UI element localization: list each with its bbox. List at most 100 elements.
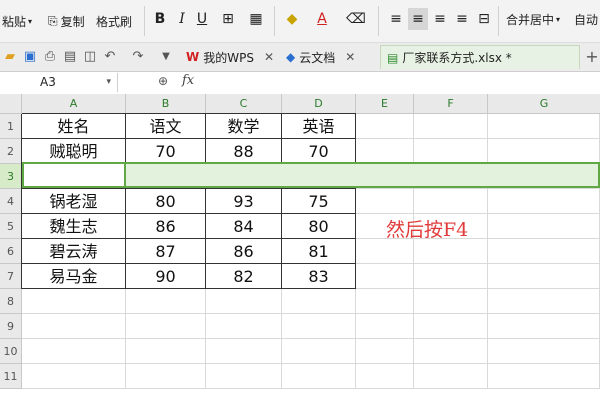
row-header-9[interactable]: 9 (0, 314, 22, 339)
cell-d9[interactable] (282, 314, 356, 339)
cell-b4[interactable]: 80 (126, 189, 206, 214)
column-header-f[interactable]: F (414, 94, 488, 114)
cell-e11[interactable] (356, 364, 414, 389)
row-header-11[interactable]: 11 (0, 364, 22, 389)
cell-c10[interactable] (206, 339, 282, 364)
clear-format-icon[interactable]: ⌫ (346, 8, 366, 30)
new-tab-icon[interactable]: + (584, 47, 600, 66)
cell-c4[interactable]: 93 (206, 189, 282, 214)
cell-g4[interactable] (488, 189, 600, 214)
row-header-10[interactable]: 10 (0, 339, 22, 364)
row-header-7[interactable]: 7 (0, 264, 22, 289)
cell-d2[interactable]: 70 (282, 139, 356, 164)
copy-button[interactable]: ⎘ 复制 (48, 6, 85, 36)
cell-c8[interactable] (206, 289, 282, 314)
active-cell-a3[interactable] (22, 162, 126, 188)
justify-icon[interactable]: ≡ (452, 8, 472, 30)
cell-c1[interactable]: 数学 (206, 114, 282, 139)
cell-g1[interactable] (488, 114, 600, 139)
tab-spreadsheet[interactable]: ▤ 厂家联系方式.xlsx * (380, 45, 580, 69)
column-header-g[interactable]: G (488, 94, 600, 114)
name-box[interactable]: A3 ▾ (0, 73, 118, 92)
cell-g10[interactable] (488, 339, 600, 364)
cell-e7[interactable] (356, 264, 414, 289)
cell-a7[interactable]: 易马金 (22, 264, 126, 289)
cell-c6[interactable]: 86 (206, 239, 282, 264)
redo-icon[interactable]: ↷ (130, 48, 146, 64)
cell-d4[interactable]: 75 (282, 189, 356, 214)
cell-b2[interactable]: 70 (126, 139, 206, 164)
cell-e4[interactable] (356, 189, 414, 214)
tab-cloud-docs[interactable]: ◆ 云文档 ✕ (280, 45, 361, 69)
row-header-5[interactable]: 5 (0, 214, 22, 239)
cell-b8[interactable] (126, 289, 206, 314)
cell-a9[interactable] (22, 314, 126, 339)
cell-f10[interactable] (414, 339, 488, 364)
export-pdf-icon[interactable]: ◫ (82, 48, 98, 64)
cell-d6[interactable]: 81 (282, 239, 356, 264)
merge-center-button[interactable]: 合并居中 ▾ (506, 8, 560, 30)
chevron-down-icon[interactable]: ▼ (158, 48, 174, 64)
cell-d1[interactable]: 英语 (282, 114, 356, 139)
cell-a5[interactable]: 魏生志 (22, 214, 126, 239)
cell-a10[interactable] (22, 339, 126, 364)
zoom-icon[interactable]: ⊕ (158, 74, 168, 88)
cell-g8[interactable] (488, 289, 600, 314)
column-header-c[interactable]: C (206, 94, 282, 114)
cell-f6[interactable] (414, 239, 488, 264)
cell-c5[interactable]: 84 (206, 214, 282, 239)
row-header-4[interactable]: 4 (0, 189, 22, 214)
align-center-icon[interactable]: ≡ (408, 8, 428, 30)
cell-b1[interactable]: 语文 (126, 114, 206, 139)
cell-f9[interactable] (414, 314, 488, 339)
bold-button[interactable]: B (150, 8, 170, 30)
cell-e10[interactable] (356, 339, 414, 364)
cell-f7[interactable] (414, 264, 488, 289)
cell-g2[interactable] (488, 139, 600, 164)
cell-c2[interactable]: 88 (206, 139, 282, 164)
print-preview-icon[interactable]: ▤ (62, 48, 78, 64)
format-painter-button[interactable]: 格式刷 (96, 6, 132, 36)
cell-a1[interactable]: 姓名 (22, 114, 126, 139)
cell-f11[interactable] (414, 364, 488, 389)
cell-c9[interactable] (206, 314, 282, 339)
tab-my-wps[interactable]: W 我的WPS ✕ (180, 45, 280, 69)
cell-d8[interactable] (282, 289, 356, 314)
align-right-icon[interactable]: ≡ (430, 8, 450, 30)
cell-b7[interactable]: 90 (126, 264, 206, 289)
select-all-corner[interactable] (0, 94, 22, 114)
cell-g11[interactable] (488, 364, 600, 389)
cell-b5[interactable]: 86 (126, 214, 206, 239)
print-icon[interactable]: ⎙ (42, 48, 58, 64)
borders-icon[interactable]: ⊞ (218, 8, 238, 30)
cell-d5[interactable]: 80 (282, 214, 356, 239)
row-header-3[interactable]: 3 (0, 164, 22, 189)
column-header-d[interactable]: D (282, 94, 356, 114)
cell-f4[interactable] (414, 189, 488, 214)
row-header-1[interactable]: 1 (0, 114, 22, 139)
cell-d7[interactable]: 83 (282, 264, 356, 289)
cell-a8[interactable] (22, 289, 126, 314)
cell-b6[interactable]: 87 (126, 239, 206, 264)
row-header-2[interactable]: 2 (0, 139, 22, 164)
open-folder-icon[interactable]: ▰ (2, 48, 18, 64)
fx-button[interactable]: fx (182, 73, 194, 88)
cell-e8[interactable] (356, 289, 414, 314)
cell-a4[interactable]: 锅老湿 (22, 189, 126, 214)
cell-b11[interactable] (126, 364, 206, 389)
cell-e1[interactable] (356, 114, 414, 139)
paste-button[interactable]: 粘贴 ▾ (2, 6, 32, 36)
font-color-icon[interactable]: A (312, 8, 332, 30)
cell-d10[interactable] (282, 339, 356, 364)
cell-f2[interactable] (414, 139, 488, 164)
close-icon[interactable]: ✕ (345, 50, 355, 64)
align-left-icon[interactable]: ≡ (386, 8, 406, 30)
save-icon[interactable]: ▣ (22, 48, 38, 64)
cell-f1[interactable] (414, 114, 488, 139)
cell-d11[interactable] (282, 364, 356, 389)
column-header-a[interactable]: A (22, 94, 126, 114)
auto-wrap-button[interactable]: 自动 (574, 8, 598, 30)
cell-e6[interactable] (356, 239, 414, 264)
row-header-8[interactable]: 8 (0, 289, 22, 314)
cell-c7[interactable]: 82 (206, 264, 282, 289)
